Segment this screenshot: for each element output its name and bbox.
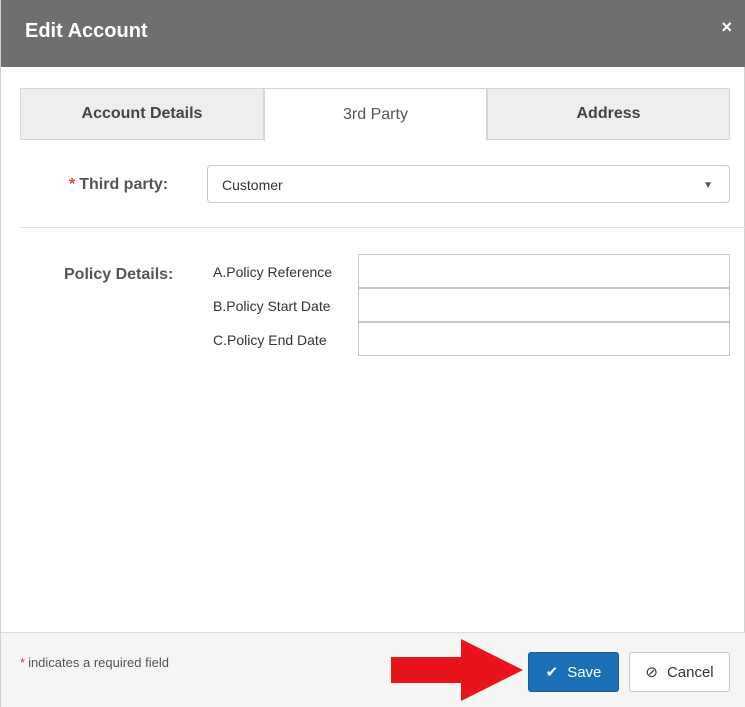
required-note-text: indicates a required field xyxy=(28,655,169,670)
save-button[interactable]: ✔ Save xyxy=(528,652,619,692)
third-party-label-text: Third party: xyxy=(79,176,169,193)
policy-reference-label: A.Policy Reference xyxy=(213,264,333,280)
required-field-note: * indicates a required field xyxy=(20,655,169,670)
tab-3rd-party[interactable]: 3rd Party xyxy=(264,88,487,141)
policy-end-date-label: C.Policy End Date xyxy=(213,332,327,348)
third-party-row: * Third party: Customer ▼ xyxy=(1,165,745,203)
tab-bar: Account Details 3rd Party Address xyxy=(20,88,730,141)
save-button-label: Save xyxy=(567,663,602,681)
cancel-button[interactable]: ⊘ Cancel xyxy=(629,652,730,692)
close-icon[interactable]: × xyxy=(721,18,732,36)
tab-account-details[interactable]: Account Details xyxy=(20,88,264,140)
policy-details-label: Policy Details: xyxy=(64,266,174,283)
policy-start-date-label: B.Policy Start Date xyxy=(213,298,331,314)
red-arrow-icon xyxy=(391,639,523,701)
dialog-footer: * indicates a required field ✔ Save ⊘ Can… xyxy=(1,632,745,707)
third-party-selected-value: Customer xyxy=(222,177,283,193)
section-divider xyxy=(20,227,745,228)
dialog-title: Edit Account xyxy=(25,20,148,42)
policy-start-date-input[interactable] xyxy=(358,288,730,322)
chevron-down-icon: ▼ xyxy=(703,180,713,191)
third-party-label: * Third party: xyxy=(69,176,168,194)
required-marker: * xyxy=(69,176,76,193)
tab-address[interactable]: Address xyxy=(487,88,730,140)
third-party-select[interactable]: Customer ▼ xyxy=(207,165,730,203)
cancel-button-label: Cancel xyxy=(666,663,714,681)
policy-end-date-input[interactable] xyxy=(358,322,730,356)
required-marker: * xyxy=(20,655,26,670)
policy-reference-input[interactable] xyxy=(358,254,730,288)
edit-account-dialog: Edit Account × Account Details 3rd Party… xyxy=(0,0,745,707)
dialog-titlebar: Edit Account × xyxy=(1,0,745,67)
cancel-icon: ⊘ xyxy=(645,664,658,681)
check-icon: ✔ xyxy=(545,664,559,681)
